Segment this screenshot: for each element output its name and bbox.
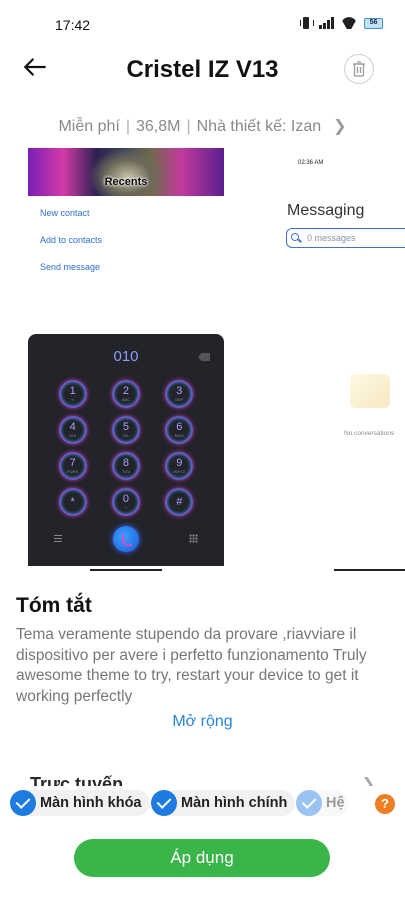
checkmark-icon — [151, 790, 177, 816]
search-placeholder: 0 messages — [307, 233, 356, 243]
battery-icon: 56 — [364, 17, 383, 29]
add-to-contacts-link[interactable]: Add to contacts — [40, 235, 102, 245]
dial-key[interactable]: # — [165, 488, 194, 516]
empty-state-image — [350, 374, 390, 408]
dial-key[interactable]: 0 + — [111, 488, 140, 516]
theme-price: Miễn phí — [58, 118, 120, 135]
preview-contacts-dialer[interactable]: Recents New contact Add to contacts Send… — [28, 148, 224, 572]
divider: | — [186, 118, 191, 135]
dial-keypad: 1 ∞ 2 ABC 3 DEF 4 GHI 5 JKL 6 MNO 7 PQRS 8 TUV 9… — [46, 380, 206, 516]
new-contact-link[interactable]: New contact — [40, 208, 90, 218]
search-icon — [291, 233, 299, 241]
dial-key[interactable]: 6 MNO — [165, 416, 194, 444]
menu-icon[interactable] — [54, 535, 62, 542]
dial-key[interactable]: 1 ∞ — [58, 380, 87, 408]
dial-key[interactable]: 2 ABC — [111, 380, 140, 408]
preview-carousel[interactable]: Recents New contact Add to contacts Send… — [0, 148, 405, 578]
preview-time: 02:36 AM — [298, 160, 324, 166]
vibrate-icon — [300, 16, 314, 30]
summary-heading: Tóm tắt — [16, 594, 92, 617]
chip-label: Màn hình chính — [181, 795, 288, 811]
checkmark-icon — [296, 790, 322, 816]
dial-key[interactable]: * — [58, 488, 87, 516]
theme-designer: Nhà thiết kế: Izan — [196, 118, 322, 135]
target-homescreen-chip[interactable]: Màn hình chính — [151, 790, 296, 816]
preview-indicator — [90, 569, 162, 571]
empty-state-text: No conversations — [344, 430, 395, 437]
status-bar: 17:42 56 — [0, 0, 405, 48]
theme-size: 36,8M — [135, 118, 181, 135]
preview-hero-image: Recents — [28, 148, 224, 196]
signal-icon — [319, 17, 334, 29]
chip-label: Hệ — [326, 795, 345, 811]
theme-info[interactable]: Miễn phí | 36,8M | Nhà thiết kế: Izan ❯ — [0, 116, 405, 136]
dial-key[interactable]: 7 PQRS — [58, 452, 87, 480]
divider: | — [125, 118, 130, 135]
dial-key[interactable]: 3 DEF — [165, 380, 194, 408]
send-message-link[interactable]: Send message — [40, 262, 100, 272]
trash-icon — [353, 61, 365, 77]
dialer-preview: 010 1 ∞ 2 ABC 3 DEF 4 GHI 5 JKL 6 MNO 7 PQRS 8T… — [28, 334, 224, 566]
checkmark-icon — [10, 790, 36, 816]
call-button[interactable] — [113, 526, 139, 552]
preview-indicator — [334, 569, 405, 571]
dial-key[interactable]: 9 WXYZ — [165, 452, 194, 480]
target-system-chip[interactable]: Hệ — [296, 790, 348, 816]
help-icon[interactable]: ? — [375, 794, 395, 814]
dialer-bottom-bar — [28, 526, 224, 556]
apply-button[interactable]: Áp dụng — [74, 839, 330, 877]
wifi-icon — [341, 17, 357, 29]
dial-key[interactable]: 8 TUV — [111, 452, 140, 480]
dial-number: 010 — [113, 348, 139, 365]
chip-label: Màn hình khóa — [40, 795, 142, 811]
expand-link[interactable]: Mở rộng — [0, 713, 405, 731]
dialpad-icon[interactable] — [189, 534, 198, 543]
target-lockscreen-chip[interactable]: Màn hình khóa — [10, 790, 150, 816]
hero-label: Recents — [104, 176, 148, 188]
app-header: Cristel IZ V13 — [0, 48, 405, 92]
summary-text: Tema veramente stupendo da provare ,riav… — [16, 626, 367, 705]
preview-messaging[interactable]: 02:36 AM Messaging 0 messages No convers… — [286, 148, 405, 572]
apply-targets-bar: Màn hình khóa Màn hình chính Hệ ? — [0, 786, 405, 820]
status-time: 17:42 — [55, 17, 91, 33]
messages-search-input[interactable]: 0 messages — [286, 228, 405, 248]
messaging-title: Messaging — [287, 202, 365, 219]
status-icons: 56 — [300, 16, 383, 30]
delete-button[interactable] — [344, 54, 374, 84]
chevron-right-icon: ❯ — [333, 118, 347, 135]
dial-key[interactable]: 4 GHI — [58, 416, 87, 444]
dial-key[interactable]: 5 JKL — [111, 416, 140, 444]
